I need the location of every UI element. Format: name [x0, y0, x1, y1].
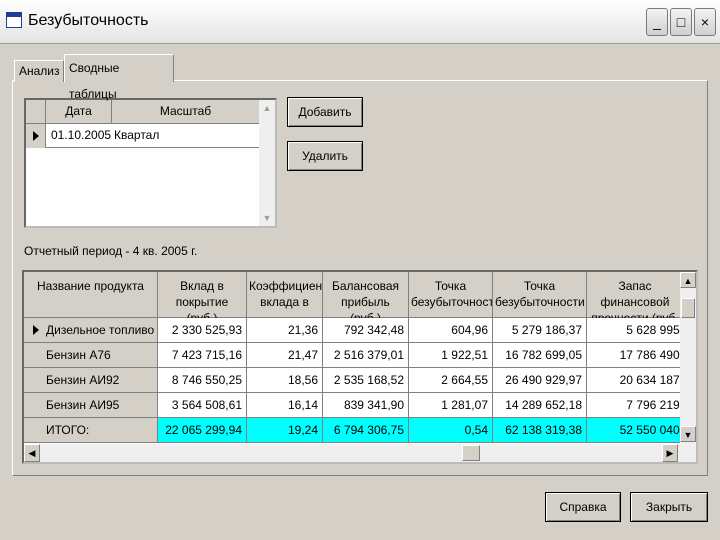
summary-grid: Название продукта Вклад в покрытие (руб.…	[22, 270, 698, 464]
vertical-scroll-thumb[interactable]	[681, 298, 695, 318]
cell-value[interactable]: 839 341,90	[323, 393, 409, 417]
cell-value[interactable]: 16 782 699,05	[493, 343, 587, 367]
row-product-name[interactable]: Бензин А76	[24, 343, 158, 367]
cell-value[interactable]: 18,56	[247, 368, 323, 392]
cell-value[interactable]: 2 516 379,01	[323, 343, 409, 367]
cell-value[interactable]: 21,36	[247, 318, 323, 342]
maximize-button[interactable]: □	[670, 8, 692, 36]
summary-vertical-scrollbar[interactable]: ▲ ▼	[680, 272, 696, 444]
delete-button-label: Удалить	[302, 149, 348, 163]
app-window: Безубыточность _ □ × Анализ Сводные табл…	[0, 0, 720, 540]
tab-summary-tables[interactable]: Сводные таблицы	[64, 54, 174, 101]
header-contribution-ratio[interactable]: Коэффициент вклада в	[247, 272, 323, 318]
arrow-up-icon[interactable]: ▲	[680, 272, 696, 288]
header-scale[interactable]: Масштаб	[112, 100, 260, 124]
cell-value[interactable]: 6 794 306,75	[323, 418, 409, 442]
report-period-label: Отчетный период - 4 кв. 2005 г.	[24, 244, 198, 258]
cell-value[interactable]: 1 922,51	[409, 343, 493, 367]
help-button-label: Справка	[559, 500, 607, 514]
cell-value[interactable]: 8 746 550,25	[158, 368, 247, 392]
cell-value[interactable]: 26 490 929,97	[493, 368, 587, 392]
cell-value[interactable]: 2 330 525,93	[158, 318, 247, 342]
header-product-name[interactable]: Название продукта	[24, 272, 158, 318]
add-button[interactable]: Добавить	[287, 97, 363, 127]
header-balance-profit[interactable]: Балансовая прибыль (руб.)	[323, 272, 409, 318]
window-title: Безубыточность	[28, 12, 149, 29]
cell-value[interactable]: 21,47	[247, 343, 323, 367]
cell-value[interactable]: 5 279 186,37	[493, 318, 587, 342]
summary-grid-header: Название продукта Вклад в покрытие (руб.…	[24, 272, 684, 318]
cell-value[interactable]: 52 550 040,	[587, 418, 684, 442]
table-row[interactable]: Бензин АИ95 3 564 508,61 16,14 839 341,9…	[24, 393, 684, 418]
cell-scale[interactable]: Квартал	[112, 124, 260, 148]
header-contribution[interactable]: Вклад в покрытие (руб.)	[158, 272, 247, 318]
cell-value[interactable]: 3 564 508,61	[158, 393, 247, 417]
table-row[interactable]: 01.10.2005 Квартал	[26, 124, 260, 148]
delete-button[interactable]: Удалить	[287, 141, 363, 171]
tab-analysis[interactable]: Анализ	[14, 60, 64, 82]
cell-value[interactable]: 1 281,07	[409, 393, 493, 417]
table-row[interactable]: Дизельное топливо 2 330 525,93 21,36 792…	[24, 318, 684, 343]
arrow-up-icon[interactable]: ▲	[259, 100, 275, 116]
cell-value[interactable]: 7 423 715,16	[158, 343, 247, 367]
row-product-name[interactable]: Бензин АИ92	[24, 368, 158, 392]
periods-grid-header: Дата Масштаб	[26, 100, 260, 124]
close-window-button[interactable]: ×	[694, 8, 716, 36]
add-button-label: Добавить	[298, 105, 352, 119]
help-button[interactable]: Справка	[545, 492, 621, 522]
minimize-button[interactable]: _	[646, 8, 668, 36]
cell-value[interactable]: 22 065 299,94	[158, 418, 247, 442]
arrow-right-icon[interactable]: ▶	[662, 444, 678, 462]
cell-value[interactable]: 792 342,48	[323, 318, 409, 342]
cell-value[interactable]: 16,14	[247, 393, 323, 417]
arrow-right-icon	[33, 131, 39, 141]
cell-value[interactable]: 19,24	[247, 418, 323, 442]
arrow-down-icon[interactable]: ▼	[680, 426, 696, 442]
cell-value[interactable]: 5 628 995,	[587, 318, 684, 342]
arrow-down-icon[interactable]: ▼	[259, 210, 275, 226]
cell-value[interactable]: 7 796 219,	[587, 393, 684, 417]
row-product-name[interactable]: Дизельное топливо	[24, 318, 158, 342]
cell-value[interactable]: 2 535 168,52	[323, 368, 409, 392]
cell-value[interactable]: 62 138 319,38	[493, 418, 587, 442]
periods-vertical-scrollbar[interactable]: ▲ ▼	[259, 100, 275, 226]
horizontal-scroll-thumb[interactable]	[462, 445, 480, 461]
header-indicator-cell	[26, 100, 46, 124]
cell-value[interactable]: 14 289 652,18	[493, 393, 587, 417]
header-breakeven-point-2[interactable]: Точка безубыточности	[493, 272, 587, 318]
row-product-label: Дизельное топливо	[46, 323, 155, 337]
periods-grid: Дата Масштаб 01.10.2005 Квартал ▲ ▼	[24, 98, 277, 228]
header-breakeven-point[interactable]: Точка безубыточности	[409, 272, 493, 318]
table-row[interactable]: Бензин А76 7 423 715,16 21,47 2 516 379,…	[24, 343, 684, 368]
cell-date[interactable]: 01.10.2005	[46, 124, 112, 148]
table-row[interactable]: Бензин АИ92 8 746 550,25 18,56 2 535 168…	[24, 368, 684, 393]
arrow-left-icon[interactable]: ◀	[24, 444, 40, 462]
cell-value[interactable]: 20 634 187,	[587, 368, 684, 392]
close-button-label: Закрыть	[645, 500, 693, 514]
total-row[interactable]: ИТОГО: 22 065 299,94 19,24 6 794 306,75 …	[24, 418, 684, 443]
header-safety-margin[interactable]: Запас финансовой прочности (руб.	[587, 272, 684, 318]
summary-horizontal-scrollbar[interactable]: ◀ ▶	[24, 444, 696, 462]
window-icon	[6, 12, 22, 28]
row-product-name[interactable]: Бензин АИ95	[24, 393, 158, 417]
cell-value[interactable]: 604,96	[409, 318, 493, 342]
cell-value[interactable]: 17 786 490,	[587, 343, 684, 367]
arrow-right-icon	[33, 325, 39, 335]
close-button[interactable]: Закрыть	[630, 492, 708, 522]
row-product-name[interactable]: ИТОГО:	[24, 418, 158, 442]
cell-value[interactable]: 0,54	[409, 418, 493, 442]
row-indicator	[26, 124, 46, 148]
cell-value[interactable]: 2 664,55	[409, 368, 493, 392]
title-bar: Безубыточность _ □ ×	[0, 0, 720, 44]
